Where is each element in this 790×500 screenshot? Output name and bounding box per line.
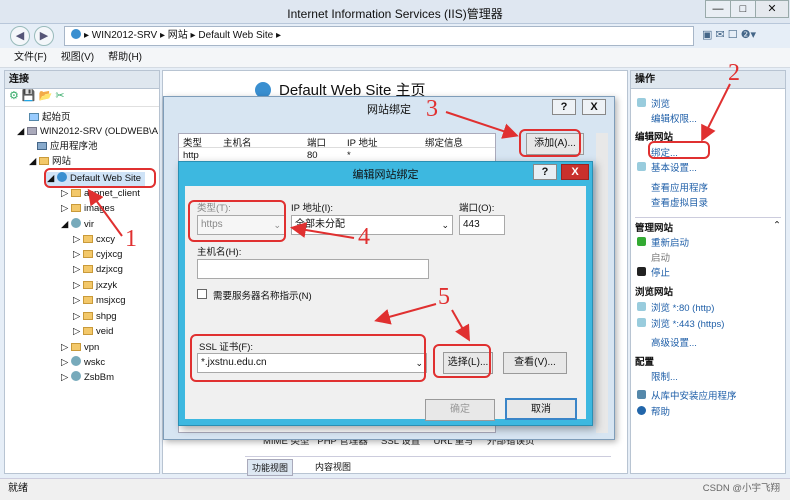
arrow-5a	[374, 303, 437, 325]
arrow-3	[445, 111, 519, 139]
arrow-1	[87, 188, 123, 237]
arrow-5b	[451, 309, 470, 342]
annotation-arrows	[87, 83, 731, 342]
watermark: CSDN @小宇飞翔	[702, 483, 780, 494]
status-text: 就绪	[8, 483, 28, 494]
status-bar: 就绪 CSDN @小宇飞翔	[0, 478, 790, 500]
arrow-2	[701, 83, 731, 142]
arrow-4	[290, 222, 355, 239]
